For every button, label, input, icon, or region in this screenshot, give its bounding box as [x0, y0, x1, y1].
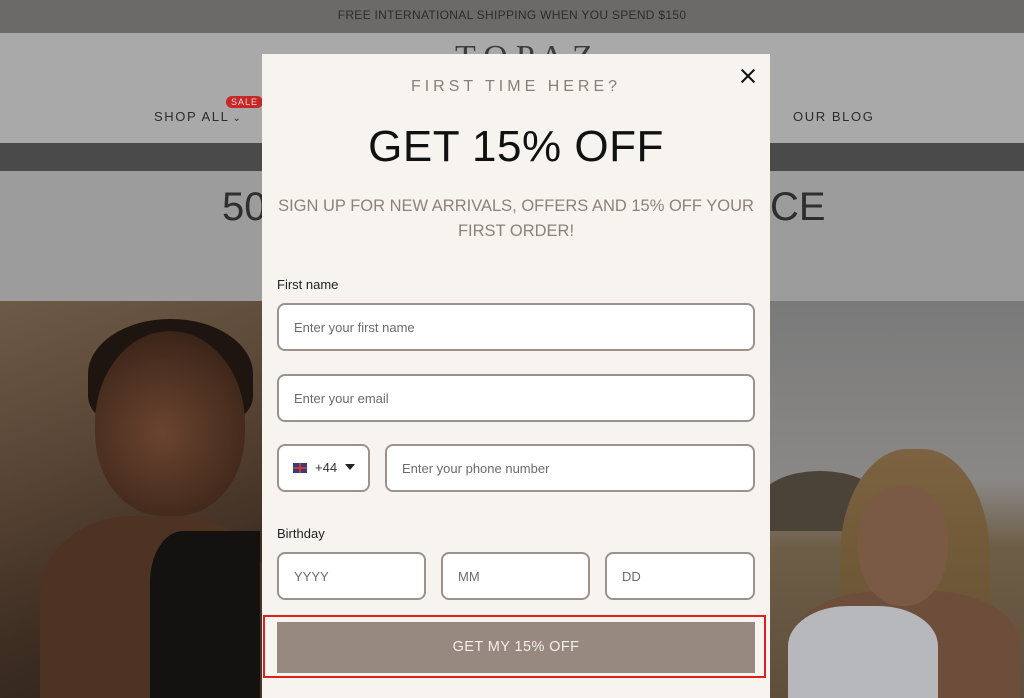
model-swimsuit [788, 606, 938, 698]
sale-badge: SALE [226, 96, 264, 108]
birthday-year-field[interactable] [277, 552, 426, 600]
caret-down-icon [345, 464, 355, 470]
hero-title-fragment-right: CE [770, 185, 826, 229]
first-name-input[interactable] [294, 305, 753, 349]
phone-input[interactable] [402, 446, 753, 490]
popup-headline: GET 15% OFF [368, 122, 664, 171]
birthday-label: Birthday [277, 526, 325, 541]
nav-item-shop-all[interactable]: SHOP ALL ⌄ [154, 109, 242, 124]
phone-field[interactable] [385, 444, 755, 492]
hero-photo-left [0, 301, 262, 698]
popup-eyebrow: FIRST TIME HERE? [410, 78, 622, 95]
birthday-month-input[interactable] [458, 554, 588, 598]
first-name-field[interactable] [277, 303, 755, 351]
model-face [858, 486, 948, 606]
uk-flag-icon [293, 463, 307, 473]
birthday-day-input[interactable] [622, 554, 753, 598]
birthday-year-input[interactable] [294, 554, 424, 598]
first-name-label: First name [277, 277, 339, 292]
country-code-value: +44 [315, 460, 338, 475]
birthday-month-field[interactable] [441, 552, 590, 600]
email-field[interactable] [277, 374, 755, 422]
country-code-select[interactable]: +44 [277, 444, 370, 492]
model-swimsuit [150, 531, 260, 698]
model-face [95, 331, 245, 516]
signup-popup: FIRST TIME HERE? GET 15% OFF SIGN UP FOR… [262, 54, 770, 698]
hero-photo-right [770, 301, 1024, 698]
popup-subheadline: SIGN UP FOR NEW ARRIVALS, OFFERS AND 15%… [278, 197, 754, 240]
birthday-day-field[interactable] [605, 552, 755, 600]
hero-title-fragment-left: 50 [222, 185, 267, 229]
email-input[interactable] [294, 376, 753, 420]
chevron-down-icon: ⌄ [232, 113, 243, 124]
nav-item-our-blog[interactable]: OUR BLOG [793, 109, 874, 124]
nav-item-label: SHOP ALL [154, 109, 230, 124]
announcement-bar: FREE INTERNATIONAL SHIPPING WHEN YOU SPE… [0, 0, 1024, 33]
get-discount-button[interactable]: GET MY 15% OFF [277, 622, 755, 673]
